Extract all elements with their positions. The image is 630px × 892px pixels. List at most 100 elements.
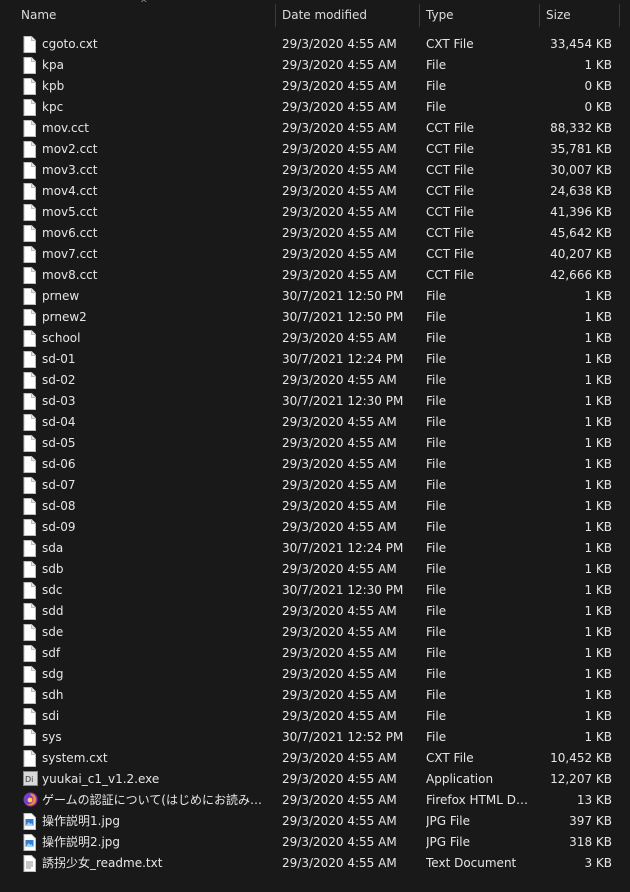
file-row[interactable]: sdi 29/3/2020 4:55 AM File 1 KB (0, 706, 630, 727)
file-size: 45,642 KB (550, 226, 612, 240)
column-header-type[interactable]: Type (426, 0, 534, 31)
file-row[interactable]: cgoto.cxt 29/3/2020 4:55 AM CXT File 33,454… (0, 34, 630, 55)
file-row[interactable]: sd-06 29/3/2020 4:55 AM File 1 KB (0, 454, 630, 475)
column-divider[interactable] (419, 4, 420, 27)
file-row[interactable]: sd-08 29/3/2020 4:55 AM File 1 KB (0, 496, 630, 517)
file-row[interactable]: mov3.cct 29/3/2020 4:55 AM CCT File 30,007 … (0, 160, 630, 181)
file-row[interactable]: prnew2 30/7/2021 12:50 PM File 1 KB (0, 307, 630, 328)
file-row[interactable]: sda 30/7/2021 12:24 PM File 1 KB (0, 538, 630, 559)
file-row[interactable]: sdd 29/3/2020 4:55 AM File 1 KB (0, 601, 630, 622)
file-icon (23, 372, 36, 389)
file-date-modified: 29/3/2020 4:55 AM (282, 478, 397, 492)
file-icon (23, 729, 36, 746)
file-row[interactable]: kpa 29/3/2020 4:55 AM File 1 KB (0, 55, 630, 76)
file-date-modified: 30/7/2021 12:30 PM (282, 583, 404, 597)
file-date-modified: 29/3/2020 4:55 AM (282, 142, 397, 156)
file-name: mov4.cct (42, 184, 98, 198)
file-row[interactable]: mov8.cct 29/3/2020 4:55 AM CCT File 42,666 … (0, 265, 630, 286)
file-size: 1 KB (584, 709, 612, 723)
file-icon (23, 519, 36, 536)
file-size: 13 KB (576, 793, 612, 807)
file-row[interactable]: kpc 29/3/2020 4:55 AM File 0 KB (0, 97, 630, 118)
column-divider[interactable] (275, 4, 276, 27)
file-icon (23, 183, 36, 200)
file-icon (23, 36, 36, 53)
application-icon: Di (23, 771, 38, 788)
file-size: 1 KB (584, 646, 612, 660)
file-row[interactable]: mov2.cct 29/3/2020 4:55 AM CCT File 35,781 … (0, 139, 630, 160)
file-row[interactable]: sd-02 29/3/2020 4:55 AM File 1 KB (0, 370, 630, 391)
file-type: File (426, 58, 447, 72)
column-divider[interactable] (619, 4, 620, 27)
file-type: File (426, 499, 447, 513)
file-type: JPG File (426, 814, 470, 828)
file-row[interactable]: 操作説明1.jpg 29/3/2020 4:55 AM JPG File 397 KB (0, 811, 630, 832)
file-name: 誘拐少女_readme.txt (42, 856, 163, 870)
file-icon (23, 120, 36, 137)
file-date-modified: 29/3/2020 4:55 AM (282, 856, 397, 870)
file-row[interactable]: sd-03 30/7/2021 12:30 PM File 1 KB (0, 391, 630, 412)
file-size: 0 KB (584, 79, 612, 93)
file-type: CCT File (426, 142, 474, 156)
file-icon (23, 750, 36, 767)
file-row[interactable]: sdf 29/3/2020 4:55 AM File 1 KB (0, 643, 630, 664)
file-date-modified: 29/3/2020 4:55 AM (282, 205, 397, 219)
file-icon (23, 477, 36, 494)
file-name: 操作説明2.jpg (42, 835, 121, 849)
file-row[interactable]: 誘拐少女_readme.txt 29/3/2020 4:55 AM Text Doc… (0, 853, 630, 874)
file-row[interactable]: system.cxt 29/3/2020 4:55 AM CXT File 10,45… (0, 748, 630, 769)
file-row[interactable]: mov6.cct 29/3/2020 4:55 AM CCT File 45,642 … (0, 223, 630, 244)
file-icon (23, 435, 36, 452)
file-row[interactable]: sdh 29/3/2020 4:55 AM File 1 KB (0, 685, 630, 706)
file-row[interactable]: sdb 29/3/2020 4:55 AM File 1 KB (0, 559, 630, 580)
column-divider[interactable] (539, 4, 540, 27)
file-row[interactable]: sd-01 30/7/2021 12:24 PM File 1 KB (0, 349, 630, 370)
file-type: File (426, 541, 447, 555)
file-date-modified: 30/7/2021 12:50 PM (282, 310, 404, 324)
file-name: sdc (42, 583, 63, 597)
file-row[interactable]: school 29/3/2020 4:55 AM File 1 KB (0, 328, 630, 349)
file-row[interactable]: mov7.cct 29/3/2020 4:55 AM CCT File 40,207 … (0, 244, 630, 265)
file-row[interactable]: sd-05 29/3/2020 4:55 AM File 1 KB (0, 433, 630, 454)
file-row[interactable]: sd-07 29/3/2020 4:55 AM File 1 KB (0, 475, 630, 496)
svg-text:Di: Di (25, 775, 33, 784)
file-type: CCT File (426, 184, 474, 198)
file-date-modified: 29/3/2020 4:55 AM (282, 499, 397, 513)
column-header-date-modified[interactable]: Date modified (282, 0, 414, 31)
file-date-modified: 29/3/2020 4:55 AM (282, 751, 397, 765)
file-row[interactable]: sd-04 29/3/2020 4:55 AM File 1 KB (0, 412, 630, 433)
file-row[interactable]: sdg 29/3/2020 4:55 AM File 1 KB (0, 664, 630, 685)
file-row[interactable]: prnew 30/7/2021 12:50 PM File 1 KB (0, 286, 630, 307)
file-row[interactable]: ゲームの認証について(はじめにお読みください)... 29/3/2020 4:55… (0, 790, 630, 811)
file-row[interactable]: sd-09 29/3/2020 4:55 AM File 1 KB (0, 517, 630, 538)
file-type: CCT File (426, 268, 474, 282)
file-icon (23, 288, 36, 305)
file-icon (23, 225, 36, 242)
column-header-size[interactable]: Size (546, 0, 616, 31)
file-date-modified: 30/7/2021 12:24 PM (282, 541, 404, 555)
file-type: Application (426, 772, 494, 786)
file-type: CCT File (426, 205, 474, 219)
file-date-modified: 29/3/2020 4:55 AM (282, 184, 397, 198)
file-date-modified: 30/7/2021 12:52 PM (282, 730, 404, 744)
file-size: 10,452 KB (550, 751, 612, 765)
file-row[interactable]: mov5.cct 29/3/2020 4:55 AM CCT File 41,396 … (0, 202, 630, 223)
file-row[interactable]: sys 30/7/2021 12:52 PM File 1 KB (0, 727, 630, 748)
column-header-name[interactable]: Name (21, 0, 271, 31)
file-date-modified: 29/3/2020 4:55 AM (282, 520, 397, 534)
file-size: 30,007 KB (550, 163, 612, 177)
column-header-bar: ^ Name Date modified Type Size (0, 0, 630, 31)
file-date-modified: 29/3/2020 4:55 AM (282, 709, 397, 723)
file-row[interactable]: mov.cct 29/3/2020 4:55 AM CCT File 88,332 K… (0, 118, 630, 139)
file-name: sd-01 (42, 352, 76, 366)
file-row[interactable]: kpb 29/3/2020 4:55 AM File 0 KB (0, 76, 630, 97)
file-row[interactable]: 操作説明2.jpg 29/3/2020 4:55 AM JPG File 318 KB (0, 832, 630, 853)
file-icon (23, 687, 36, 704)
file-name: kpc (42, 100, 64, 114)
file-row[interactable]: Di yuukai_c1_v1.2.exe 29/3/2020 4:55 AM App… (0, 769, 630, 790)
file-row[interactable]: sde 29/3/2020 4:55 AM File 1 KB (0, 622, 630, 643)
file-size: 1 KB (584, 625, 612, 639)
file-row[interactable]: mov4.cct 29/3/2020 4:55 AM CCT File 24,638 … (0, 181, 630, 202)
file-row[interactable]: sdc 30/7/2021 12:30 PM File 1 KB (0, 580, 630, 601)
file-date-modified: 29/3/2020 4:55 AM (282, 247, 397, 261)
